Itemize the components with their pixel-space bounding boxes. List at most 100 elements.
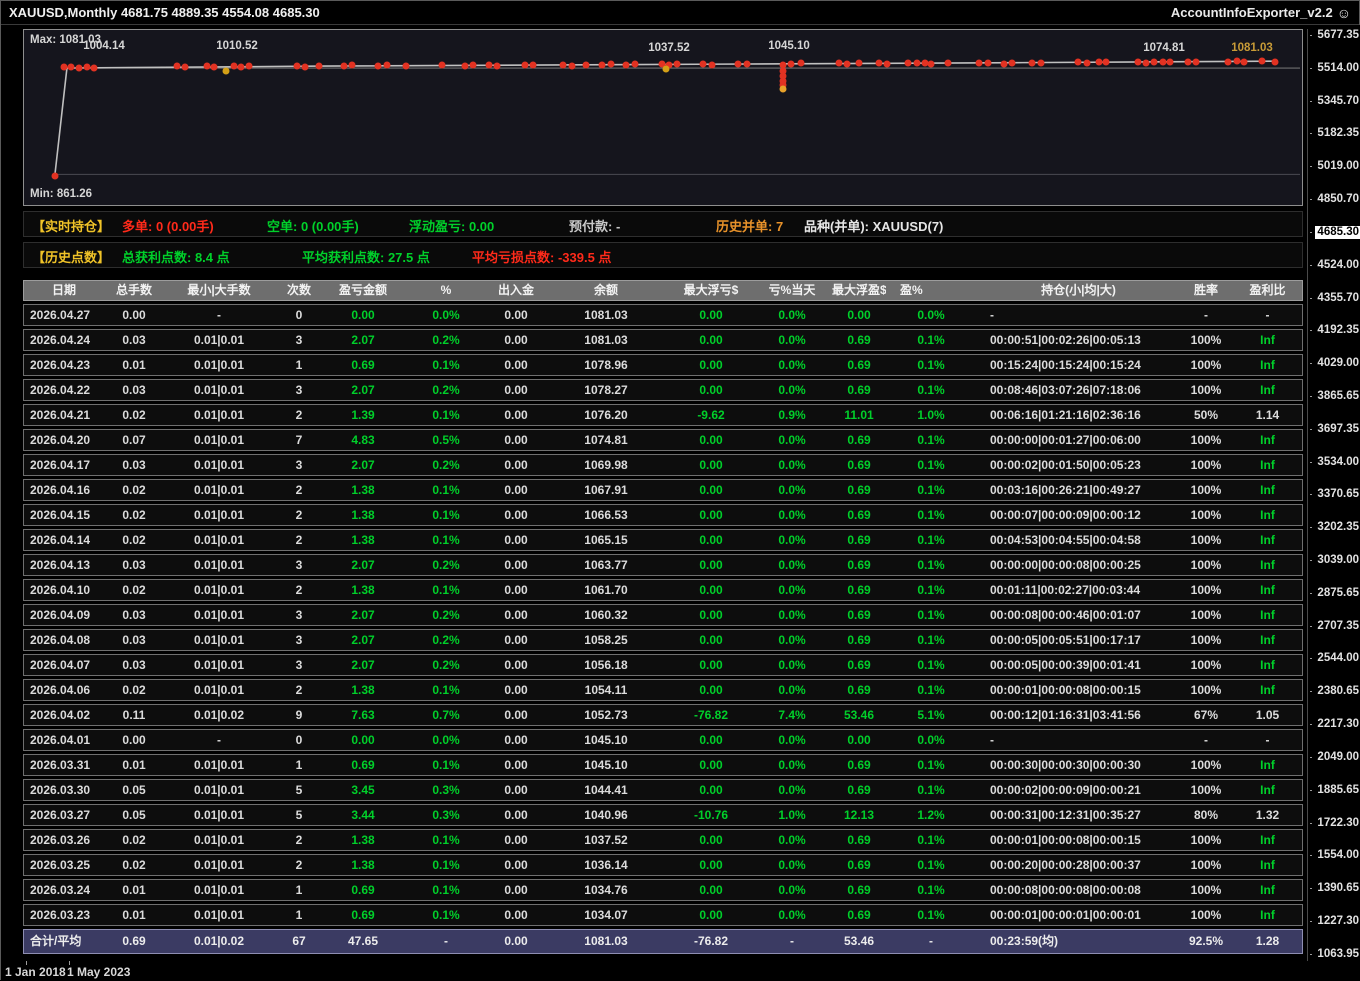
table-row: 2026.04.01 0.00 - 0 0.00 0.0% 0.00 1045.…	[23, 729, 1303, 751]
cell-hold-time: 00:00:20|00:00:28|00:00:37	[990, 858, 1141, 872]
trade-dot-icon	[1142, 59, 1150, 67]
cell-count: 2	[295, 533, 303, 547]
cell-count: 3	[295, 458, 303, 472]
cell-max-float-profit: 0.69	[847, 483, 871, 497]
price-axis-label: 3202.35	[1310, 521, 1360, 534]
cell-win-rate: 100%	[1190, 608, 1222, 622]
cell-max-drawdown: -10.76	[693, 808, 729, 822]
cell-max-float-profit: 0.69	[847, 583, 871, 597]
trade-dot-icon	[374, 62, 382, 70]
price-axis-label: 2049.00	[1310, 751, 1360, 764]
cell-minmax-lots: 0.01|0.01	[193, 333, 245, 347]
cell-drawdown-pct: 0.0%	[778, 658, 806, 672]
cell-hold-time: 00:00:51|00:02:26|00:05:13	[990, 333, 1141, 347]
avg-loss-points: 平均亏损点数: -339.5 点	[472, 250, 612, 265]
cell-max-float-profit: 0.69	[847, 683, 871, 697]
cell-drawdown-pct: 0.0%	[778, 608, 806, 622]
trade-dot-icon	[1074, 58, 1082, 66]
cell-profit-pct: 0.2%	[432, 608, 460, 622]
cell-profit: 4.83	[351, 433, 375, 447]
summary-drawdown-pct: -	[790, 934, 794, 948]
cell-balance: 1074.81	[584, 433, 628, 447]
table-header-cell: 余额	[593, 283, 618, 297]
trade-dot-icon	[631, 60, 639, 68]
cell-win-rate: -	[1204, 733, 1208, 747]
cell-max-float-profit: 0.69	[847, 858, 871, 872]
cell-max-float-profit: 0.69	[847, 758, 871, 772]
time-axis-label-start: 1 Jan 2018	[5, 965, 66, 979]
price-axis-label: 1722.30	[1310, 817, 1360, 830]
cell-total-lots: 0.00	[122, 308, 146, 322]
cell-max-float-profit: 0.69	[847, 833, 871, 847]
cell-max-drawdown: 0.00	[699, 358, 723, 372]
cell-date: 2026.04.14	[30, 533, 91, 547]
cell-float-profit-pct: 0.1%	[917, 758, 945, 772]
trade-dot-icon	[67, 63, 75, 71]
trade-dot-icon	[875, 59, 883, 67]
cell-inout: 0.00	[504, 433, 528, 447]
cell-float-profit-pct: 0.0%	[917, 308, 945, 322]
cell-max-float-profit: 0.69	[847, 533, 871, 547]
trade-dot-icon	[568, 62, 576, 70]
summary-max-drawdown: -76.82	[693, 934, 729, 948]
cell-profit-pct: 0.2%	[432, 658, 460, 672]
trade-dot-icon	[559, 61, 567, 69]
cell-profit: 2.07	[351, 458, 375, 472]
summary-label: 合计/平均	[30, 934, 82, 948]
cell-minmax-lots: 0.01|0.01	[193, 533, 245, 547]
cell-profit-pct: 0.1%	[432, 683, 460, 697]
summary-inout: 0.00	[504, 934, 528, 948]
cell-hold-time: 00:00:07|00:00:09|00:00:12	[990, 508, 1141, 522]
cell-profit: 2.07	[351, 558, 375, 572]
cell-balance: 1066.53	[584, 508, 628, 522]
cell-max-float-profit: 0.69	[847, 658, 871, 672]
table-row: 2026.03.27 0.05 0.01|0.01 5 3.44 0.3% 0.…	[23, 804, 1303, 826]
cell-profit-pct: 0.0%	[432, 733, 460, 747]
trade-dot-icon	[662, 65, 670, 73]
trade-dot-icon	[438, 61, 446, 69]
cell-date: 2026.04.23	[30, 358, 91, 372]
trade-dot-icon	[787, 60, 795, 68]
price-axis[interactable]: 5677.35 5514.00 5345.70 5182.35 5019.00 …	[1307, 29, 1360, 961]
trade-dot-icon	[210, 63, 218, 71]
cell-profit-ratio: Inf	[1260, 633, 1275, 647]
cell-profit-pct: 0.1%	[432, 858, 460, 872]
cell-hold-time: 00:00:31|00:12:31|00:35:27	[990, 808, 1141, 822]
price-axis-label: 2707.35	[1310, 620, 1360, 633]
cell-minmax-lots: 0.01|0.01	[193, 633, 245, 647]
smiley-icon[interactable]: ☺	[1337, 5, 1351, 21]
cell-balance: 1060.32	[584, 608, 628, 622]
cell-balance: 1063.77	[584, 558, 628, 572]
cell-total-lots: 0.00	[122, 733, 146, 747]
table-row: 2026.03.25 0.02 0.01|0.01 2 1.38 0.1% 0.…	[23, 854, 1303, 876]
equity-chart[interactable]: 1004.14 1010.52 1037.52 1045.10 1074.81 1081.…	[23, 29, 1303, 206]
table-header-cell: 总手数	[115, 283, 152, 297]
trade-dot-icon	[1095, 58, 1103, 66]
cell-max-float-profit: 0.00	[847, 733, 871, 747]
cell-hold-time: 00:00:01|00:00:01|00:00:01	[990, 908, 1141, 922]
trade-dot-icon	[904, 59, 912, 67]
table-summary-row: 合计/平均 0.69 0.01|0.02 67 47.65 - 0.00 108…	[23, 929, 1303, 954]
cell-max-drawdown: 0.00	[699, 508, 723, 522]
avg-profit-points: 平均获利点数: 27.5 点	[302, 250, 430, 265]
cell-balance: 1065.15	[584, 533, 628, 547]
cell-balance: 1078.96	[584, 358, 628, 372]
cell-count: 2	[295, 858, 303, 872]
cell-inout: 0.00	[504, 633, 528, 647]
cell-date: 2026.04.08	[30, 633, 91, 647]
margin-value: 预付款: -	[569, 219, 621, 234]
trade-dot-icon	[1150, 58, 1158, 66]
cell-count: 9	[295, 708, 303, 722]
cell-drawdown-pct: 0.0%	[778, 758, 806, 772]
cell-win-rate: 67%	[1193, 708, 1219, 722]
total-profit-points: 总获利点数: 8.4 点	[122, 250, 230, 265]
cell-win-rate: 100%	[1190, 858, 1222, 872]
symbol-merged-value: 品种(并单): XAUUSD(7)	[804, 219, 944, 234]
cell-profit: 1.38	[351, 533, 375, 547]
time-axis[interactable]: 1 Jan 2018 1 May 2023	[1, 961, 1301, 981]
trade-dot-icon	[1008, 59, 1016, 67]
trade-dot-icon	[927, 60, 935, 68]
cell-win-rate: 100%	[1190, 833, 1222, 847]
daily-stats-table: 日期 总手数 最小|大手数 次数 盈亏金额% 出入金 余额 最大浮亏$ 亏%当天 最大浮盈$ 盈% 持…	[23, 280, 1303, 957]
cell-max-drawdown: 0.00	[699, 658, 723, 672]
